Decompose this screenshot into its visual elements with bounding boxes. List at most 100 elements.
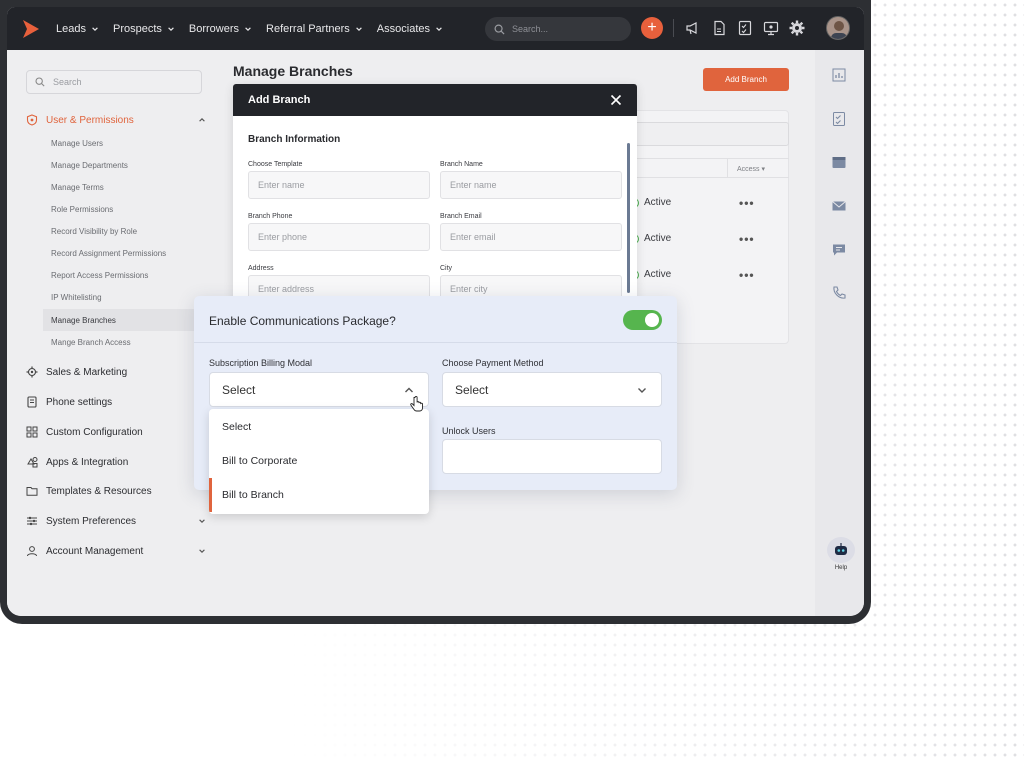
- help-bot-icon: [827, 537, 855, 563]
- shield-icon: [26, 114, 38, 126]
- sidebar-item-label: Manage Terms: [51, 182, 104, 192]
- branch-phone-input[interactable]: Enter phone: [248, 223, 430, 251]
- sidebar-item-record-assignment[interactable]: Record Assignment Permissions: [51, 242, 220, 264]
- sidebar-item-manage-departments[interactable]: Manage Departments: [51, 154, 220, 176]
- hand-pointer-cursor-icon: [410, 396, 423, 412]
- global-search-placeholder: Search...: [512, 24, 549, 34]
- billing-modal-select[interactable]: Select: [209, 372, 429, 407]
- chevron-down-icon: [199, 519, 205, 523]
- sidebar-item-label: Manage Users: [51, 138, 104, 148]
- top-navigation-bar: Leads Prospects Borrowers Referral Partn…: [7, 7, 864, 50]
- payment-method-label: Choose Payment Method: [442, 358, 544, 368]
- column-header-access[interactable]: Access ▾: [737, 165, 765, 173]
- monitor-icon[interactable]: [763, 20, 779, 36]
- table-search-input[interactable]: [629, 122, 789, 146]
- field-label-address: Address: [248, 265, 274, 272]
- sidebar-section-label: Sales & Marketing: [46, 366, 128, 378]
- section-title: Branch Information: [248, 134, 341, 145]
- quick-add-label: +: [647, 19, 657, 36]
- global-search-input[interactable]: Search...: [485, 17, 631, 41]
- option-label: Bill to Branch: [222, 489, 284, 501]
- mail-icon[interactable]: [831, 198, 847, 214]
- branch-name-input[interactable]: Enter name: [440, 171, 622, 199]
- row-actions-label: •••: [739, 268, 755, 282]
- settings-gear-icon[interactable]: [789, 20, 805, 36]
- option-bill-to-corporate[interactable]: Bill to Corporate: [209, 444, 429, 478]
- chat-icon[interactable]: [831, 242, 847, 258]
- modal-title: Add Branch: [248, 94, 311, 106]
- sidebar-item-label: Manage Branches: [51, 315, 116, 325]
- unlock-users-input[interactable]: [442, 439, 662, 474]
- brand-logo-icon[interactable]: [21, 19, 41, 39]
- option-label: Select: [222, 421, 252, 433]
- chevron-down-icon: [92, 26, 98, 31]
- sidebar-section-templates-resources[interactable]: Templates & Resources: [26, 482, 206, 500]
- document-icon[interactable]: [711, 20, 727, 36]
- sidebar-section-user-permissions[interactable]: User & Permissions: [26, 111, 206, 129]
- input-placeholder: Enter email: [450, 232, 496, 242]
- sidebar-item-record-visibility[interactable]: Record Visibility by Role: [51, 220, 220, 242]
- row-actions-button[interactable]: •••: [739, 232, 755, 246]
- sidebar-search-input[interactable]: Search: [26, 70, 202, 94]
- modal-header: Add Branch: [233, 84, 637, 116]
- sidebar-item-manage-users[interactable]: Manage Users: [51, 132, 220, 154]
- right-tool-rail: [815, 50, 864, 616]
- input-placeholder: Enter phone: [258, 232, 308, 242]
- payment-method-select[interactable]: Select: [442, 372, 662, 407]
- choose-template-input[interactable]: Enter name: [248, 171, 430, 199]
- sidebar-section-apps-integration[interactable]: Apps & Integration: [26, 453, 206, 471]
- chevron-down-icon: [168, 26, 174, 31]
- sidebar-item-report-access[interactable]: Report Access Permissions: [51, 264, 220, 286]
- option-label: Bill to Corporate: [222, 455, 298, 467]
- input-placeholder: Enter name: [258, 180, 305, 190]
- sidebar-section-system-preferences[interactable]: System Preferences: [26, 512, 206, 530]
- tasks-icon[interactable]: [831, 111, 847, 127]
- grid-icon: [26, 426, 38, 438]
- status-label: Active: [644, 197, 672, 208]
- help-widget[interactable]: Help: [823, 537, 859, 577]
- row-actions-button[interactable]: •••: [739, 268, 755, 282]
- sidebar-search-placeholder: Search: [53, 77, 82, 87]
- sidebar-item-label: IP Whitelisting: [51, 292, 102, 302]
- nav-associates[interactable]: Associates: [377, 23, 443, 35]
- sidebar-section-label: Templates & Resources: [46, 485, 152, 497]
- megaphone-icon[interactable]: [685, 20, 701, 36]
- nav-borrowers[interactable]: Borrowers: [189, 23, 252, 35]
- sidebar-item-label: Record Visibility by Role: [51, 226, 138, 236]
- sidebar-section-phone-settings[interactable]: Phone settings: [26, 393, 206, 411]
- column-header-access-label: Access: [737, 166, 760, 173]
- quick-add-button[interactable]: +: [641, 17, 663, 39]
- add-branch-button-label: Add Branch: [725, 75, 767, 84]
- chevron-down-icon: [436, 26, 442, 31]
- sidebar-section-custom-configuration[interactable]: Custom Configuration: [26, 423, 206, 441]
- calendar-icon[interactable]: [831, 154, 847, 170]
- nav-referral-partners[interactable]: Referral Partners: [266, 23, 363, 35]
- phone-call-icon[interactable]: [831, 285, 847, 301]
- add-branch-button[interactable]: Add Branch: [703, 68, 789, 91]
- communications-toggle[interactable]: [623, 310, 662, 330]
- option-bill-to-branch[interactable]: Bill to Branch: [209, 478, 429, 512]
- sidebar-section-label: Apps & Integration: [46, 456, 129, 468]
- nav-prospects[interactable]: Prospects: [113, 23, 175, 35]
- sidebar-section-sales-marketing[interactable]: Sales & Marketing: [26, 363, 206, 381]
- chevron-up-icon: [405, 387, 413, 393]
- table-header-separator: [727, 158, 728, 178]
- billing-modal-label: Subscription Billing Modal: [209, 358, 313, 368]
- sidebar-item-manage-terms[interactable]: Manage Terms: [51, 176, 220, 198]
- chevron-down-icon: [355, 26, 362, 31]
- chevron-down-icon: [245, 26, 251, 31]
- row-actions-label: •••: [739, 196, 755, 210]
- bar-chart-icon[interactable]: [831, 67, 847, 83]
- nav-leads[interactable]: Leads: [56, 23, 99, 35]
- user-avatar[interactable]: [826, 16, 850, 40]
- modal-scrollbar[interactable]: [627, 143, 630, 293]
- close-icon[interactable]: [610, 94, 622, 106]
- avatar-portrait-icon: [827, 17, 849, 39]
- row-actions-button[interactable]: •••: [739, 196, 755, 210]
- branch-email-input[interactable]: Enter email: [440, 223, 622, 251]
- sidebar-item-role-permissions[interactable]: Role Permissions: [51, 198, 220, 220]
- input-placeholder: Enter city: [450, 284, 488, 294]
- option-select[interactable]: Select: [209, 410, 429, 444]
- sidebar-section-account-management[interactable]: Account Management: [26, 542, 206, 560]
- checklist-icon[interactable]: [737, 20, 753, 36]
